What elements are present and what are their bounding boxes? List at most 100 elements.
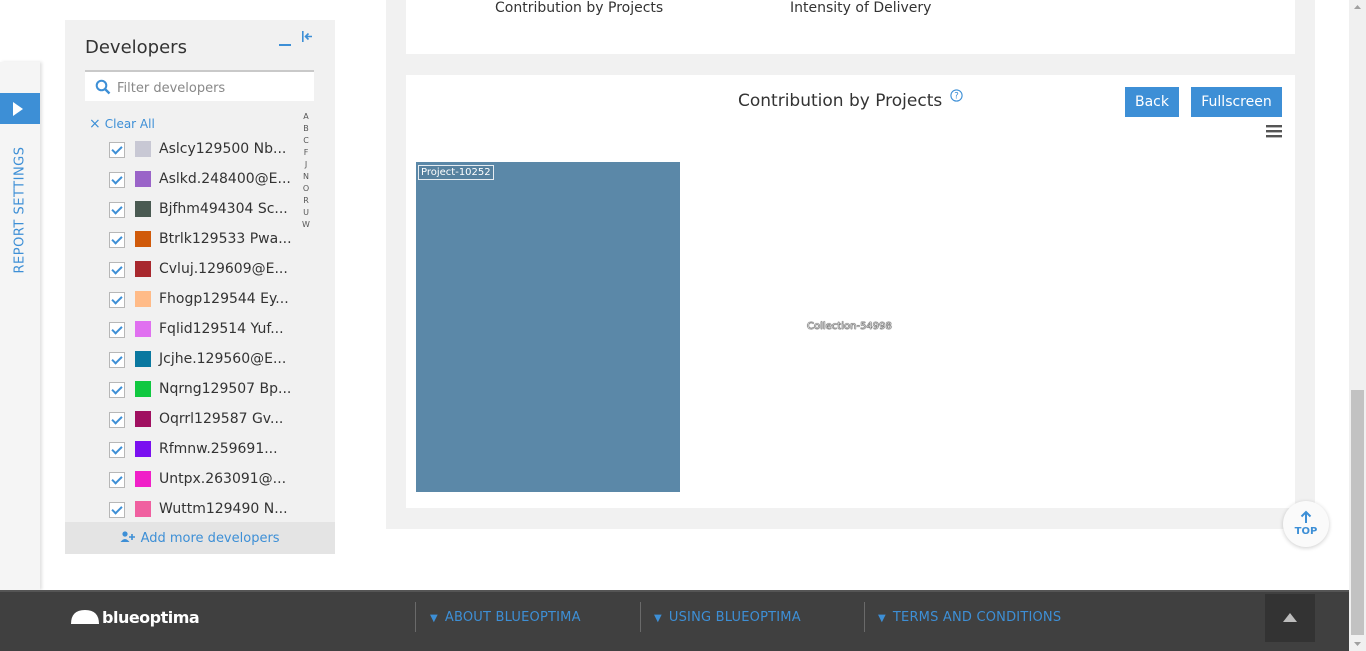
developer-list-item[interactable]: Wuttm129490 N... (109, 500, 309, 520)
treemap-collection-label: Collection-54998 (807, 321, 892, 332)
footer-link-using[interactable]: ▼ USING BLUEOPTIMA (654, 610, 801, 625)
developer-color-swatch (135, 171, 151, 187)
play-arrow-icon (13, 102, 23, 116)
footer-divider (640, 602, 641, 632)
developer-checkbox[interactable] (109, 352, 125, 368)
footer-divider (415, 602, 416, 632)
developer-checkbox[interactable] (109, 442, 125, 458)
chart-tabs-card: Contribution by Projects Intensity of De… (406, 0, 1295, 54)
developer-name: Fqlid129514 Yuf... (159, 321, 284, 337)
blueoptima-logo[interactable] (70, 604, 100, 628)
footer-link-using-label: USING BLUEOPTIMA (668, 610, 801, 625)
tab-intensity-of-delivery[interactable]: Intensity of Delivery (790, 0, 931, 16)
developer-color-swatch (135, 351, 151, 367)
developer-color-swatch (135, 411, 151, 427)
treemap-project-label: Project-10252 (418, 165, 494, 180)
developer-search-box (85, 70, 314, 101)
arrow-up-icon (1300, 510, 1312, 523)
fullscreen-button[interactable]: Fullscreen (1191, 87, 1282, 117)
treemap-project-block[interactable]: Project-10252 (416, 162, 680, 492)
developer-name: Jcjhe.129560@E... (159, 351, 287, 367)
add-more-developers-label: Add more developers (140, 531, 280, 546)
developer-color-swatch (135, 141, 151, 157)
add-user-icon (120, 531, 136, 542)
report-settings-rail: REPORT SETTINGS (0, 62, 40, 590)
triangle-up-icon (1283, 613, 1297, 622)
footer-link-about[interactable]: ▼ ABOUT BLUEOPTIMA (430, 610, 581, 625)
chart-title: Contribution by Projects (738, 91, 943, 111)
developer-list-item[interactable]: Nqrng129507 Bp... (109, 380, 309, 400)
developer-list-item[interactable]: Jcjhe.129560@E... (109, 350, 309, 370)
caret-down-icon: ▼ (878, 613, 886, 624)
developer-color-swatch (135, 201, 151, 217)
developer-color-swatch (135, 261, 151, 277)
footer-link-about-label: ABOUT BLUEOPTIMA (444, 610, 581, 625)
report-settings-label-wrap[interactable]: REPORT SETTINGS (5, 142, 35, 278)
scroll-down-arrow-icon[interactable] (1351, 637, 1364, 651)
alphabet-letter[interactable]: B (301, 123, 311, 135)
scroll-up-arrow-icon[interactable] (1351, 0, 1364, 14)
developer-list-item[interactable]: Cvluj.129609@E... (109, 260, 309, 280)
developers-title: Developers (85, 37, 187, 58)
developer-list-item[interactable]: Bjfhm494304 Sc... (109, 200, 309, 220)
footer-divider (864, 602, 865, 632)
hamburger-menu-icon[interactable] (1266, 125, 1282, 138)
developer-color-swatch (135, 381, 151, 397)
developer-list-item[interactable]: Btrlk129533 Pwa... (109, 230, 309, 250)
developer-name: Rfmnw.259691... (159, 441, 278, 457)
clear-all-button[interactable]: × Clear All (89, 116, 155, 132)
developer-name: Untpx.263091@... (159, 471, 287, 487)
add-more-developers-button[interactable]: Add more developers (65, 522, 335, 554)
search-icon (95, 79, 111, 95)
chart-card: Contribution by Projects ? Back Fullscre… (406, 75, 1295, 508)
developer-checkbox[interactable] (109, 412, 125, 428)
brand-name[interactable]: blueoptima (102, 608, 200, 627)
developer-color-swatch (135, 441, 151, 457)
minimize-icon[interactable] (278, 32, 292, 46)
collapse-left-icon[interactable] (301, 28, 315, 44)
developer-list-item[interactable]: Oqrrl129587 Gv... (109, 410, 309, 430)
developer-checkbox[interactable] (109, 322, 125, 338)
developer-list-item[interactable]: Untpx.263091@... (109, 470, 309, 490)
help-icon[interactable]: ? (950, 89, 963, 102)
scroll-top-label: TOP (1294, 526, 1318, 537)
developer-checkbox[interactable] (109, 502, 125, 518)
alphabet-letter[interactable]: A (301, 111, 311, 123)
developer-search-input[interactable] (115, 76, 309, 100)
developer-name: Oqrrl129587 Gv... (159, 411, 284, 427)
developer-color-swatch (135, 291, 151, 307)
report-settings-label[interactable]: REPORT SETTINGS (13, 147, 28, 274)
developer-list-item[interactable]: Aslkd.248400@E... (109, 170, 309, 190)
developers-panel: Developers ×Clear All ABCFJNORUW Aslcy12… (65, 20, 335, 554)
developer-checkbox[interactable] (109, 232, 125, 248)
scroll-top-button[interactable]: TOP (1283, 501, 1329, 547)
developer-color-swatch (135, 321, 151, 337)
report-settings-toggle[interactable] (0, 93, 40, 124)
svg-text:?: ? (954, 92, 959, 102)
developer-checkbox[interactable] (109, 292, 125, 308)
footer-back-to-top-button[interactable] (1265, 594, 1315, 642)
developer-name: Aslcy129500 Nb... (159, 141, 287, 157)
developer-checkbox[interactable] (109, 202, 125, 218)
footer-link-terms[interactable]: ▼ TERMS AND CONDITIONS (878, 610, 1061, 625)
footer-link-terms-label: TERMS AND CONDITIONS (892, 610, 1062, 625)
developer-name: Btrlk129533 Pwa... (159, 231, 292, 247)
developer-list-item[interactable]: Aslcy129500 Nb... (109, 140, 309, 160)
developer-checkbox[interactable] (109, 262, 125, 278)
scrollbar-thumb[interactable] (1351, 390, 1364, 635)
developer-checkbox[interactable] (109, 172, 125, 188)
developer-name: Bjfhm494304 Sc... (159, 201, 288, 217)
back-button[interactable]: Back (1125, 87, 1179, 117)
developer-list-item[interactable]: Fqlid129514 Yuf... (109, 320, 309, 340)
developer-color-swatch (135, 471, 151, 487)
developer-name: Wuttm129490 N... (159, 501, 288, 517)
developer-list-item[interactable]: Fhogp129544 Ey... (109, 290, 309, 310)
developer-list-item[interactable]: Rfmnw.259691... (109, 440, 309, 460)
developer-color-swatch (135, 231, 151, 247)
developer-checkbox[interactable] (109, 382, 125, 398)
developer-name: Nqrng129507 Bp... (159, 381, 292, 397)
developer-checkbox[interactable] (109, 142, 125, 158)
tab-contribution-by-projects[interactable]: Contribution by Projects (495, 0, 663, 16)
developer-checkbox[interactable] (109, 472, 125, 488)
caret-down-icon: ▼ (430, 613, 438, 624)
